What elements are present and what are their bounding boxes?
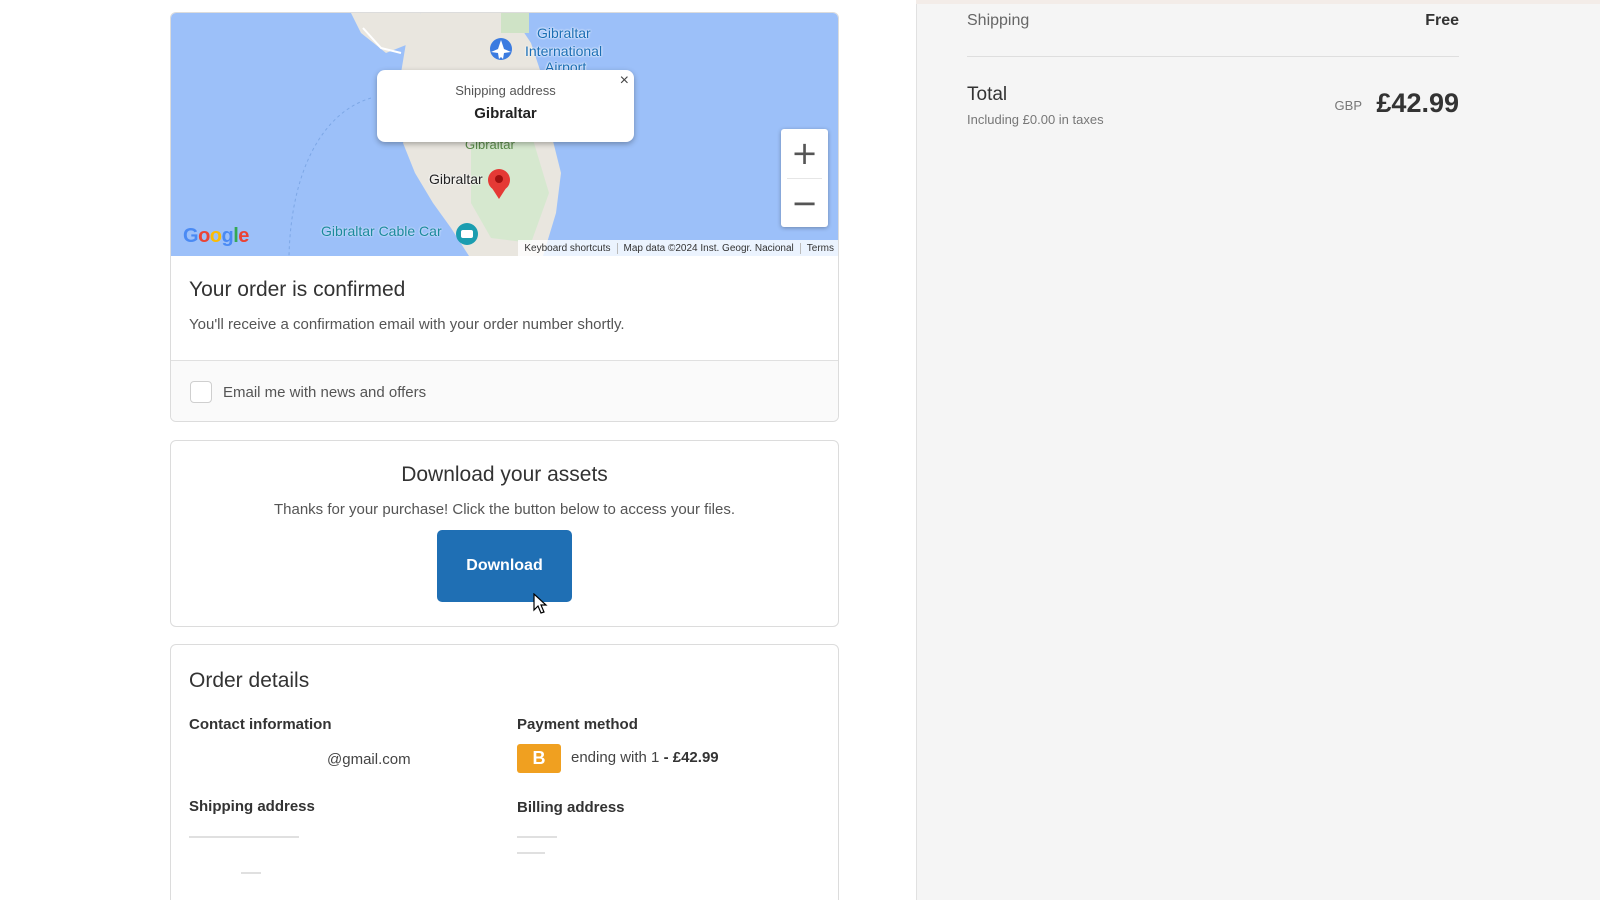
zoom-controls: + − [781, 129, 828, 227]
map-label-airport-line-1: Gibraltar [537, 25, 591, 41]
download-card: Download your assets Thanks for your pur… [170, 440, 839, 627]
payment-amount: £42.99 [672, 749, 719, 766]
order-summary-panel: Shipping Free Total Including £0.00 in t… [916, 4, 1600, 900]
confirmation-section: Your order is confirmed You'll receive a… [171, 256, 838, 333]
newsletter-checkbox[interactable] [190, 381, 212, 403]
newsletter-row[interactable]: Email me with news and offers [171, 360, 838, 421]
map-label-gibraltar: Gibraltar [429, 171, 483, 187]
download-button[interactable]: Download [437, 530, 572, 602]
order-details-card: Order details Contact information @gmail… [170, 644, 839, 900]
download-title: Download your assets [401, 463, 608, 486]
google-logo[interactable]: Google [183, 225, 249, 248]
summary-divider [967, 56, 1459, 57]
shipping-address-title: Shipping address [189, 798, 315, 815]
map-attribution: Keyboard shortcuts Map data ©2024 Inst. … [518, 240, 838, 256]
newsletter-label[interactable]: Email me with news and offers [223, 384, 426, 401]
map-label-airport-line-2: International [525, 43, 603, 59]
confirmation-title: Your order is confirmed [189, 278, 406, 301]
redacted-shipping-address [189, 836, 299, 838]
zoom-in-button[interactable]: + [781, 129, 828, 178]
payment-method-title: Payment method [517, 716, 638, 733]
redacted-billing-address [517, 836, 557, 838]
main-column: Gibraltar International Airport Gibralta… [0, 0, 916, 900]
popup-label: Shipping address [455, 83, 556, 98]
shipping-label: Shipping [967, 12, 1030, 29]
keyboard-shortcuts-link[interactable]: Keyboard shortcuts [518, 243, 616, 254]
order-status-card: Gibraltar International Airport Gibralta… [170, 12, 839, 422]
shipping-value: Free [1425, 12, 1459, 29]
terms-link[interactable]: Terms [799, 242, 838, 254]
close-icon[interactable]: × [620, 72, 629, 90]
billing-address-title: Billing address [517, 799, 625, 816]
mouse-cursor-icon [533, 593, 548, 614]
redacted-shipping-address-2 [241, 872, 261, 874]
zoom-out-button[interactable]: − [781, 179, 828, 228]
total-row: Total Including £0.00 in taxes GBP £42.9… [967, 84, 1459, 127]
payment-details: ending with 1 - £42.99 [571, 749, 719, 766]
redacted-billing-address-2 [517, 852, 545, 854]
shipping-map[interactable]: Gibraltar International Airport Gibralta… [171, 13, 838, 256]
shipping-row: Shipping Free [967, 12, 1459, 30]
shipping-address-popup: Shipping address Gibraltar × [377, 70, 634, 142]
currency-code: GBP [1334, 98, 1362, 113]
download-text: Thanks for your purchase! Click the butt… [273, 501, 736, 518]
payment-badge: B [517, 744, 561, 773]
popup-value: Gibraltar [474, 105, 537, 122]
contact-email: @gmail.com [327, 751, 411, 768]
total-amount: £42.99 [1376, 88, 1459, 118]
confirmation-text: You'll receive a confirmation email with… [189, 316, 625, 333]
contact-information-title: Contact information [189, 716, 332, 733]
map-label-cable-car: Gibraltar Cable Car [321, 223, 442, 239]
order-details-title: Order details [189, 669, 310, 692]
map-data-text: Map data ©2024 Inst. Geogr. Nacional [616, 242, 800, 254]
payment-ending: ending with 1 [571, 749, 660, 766]
